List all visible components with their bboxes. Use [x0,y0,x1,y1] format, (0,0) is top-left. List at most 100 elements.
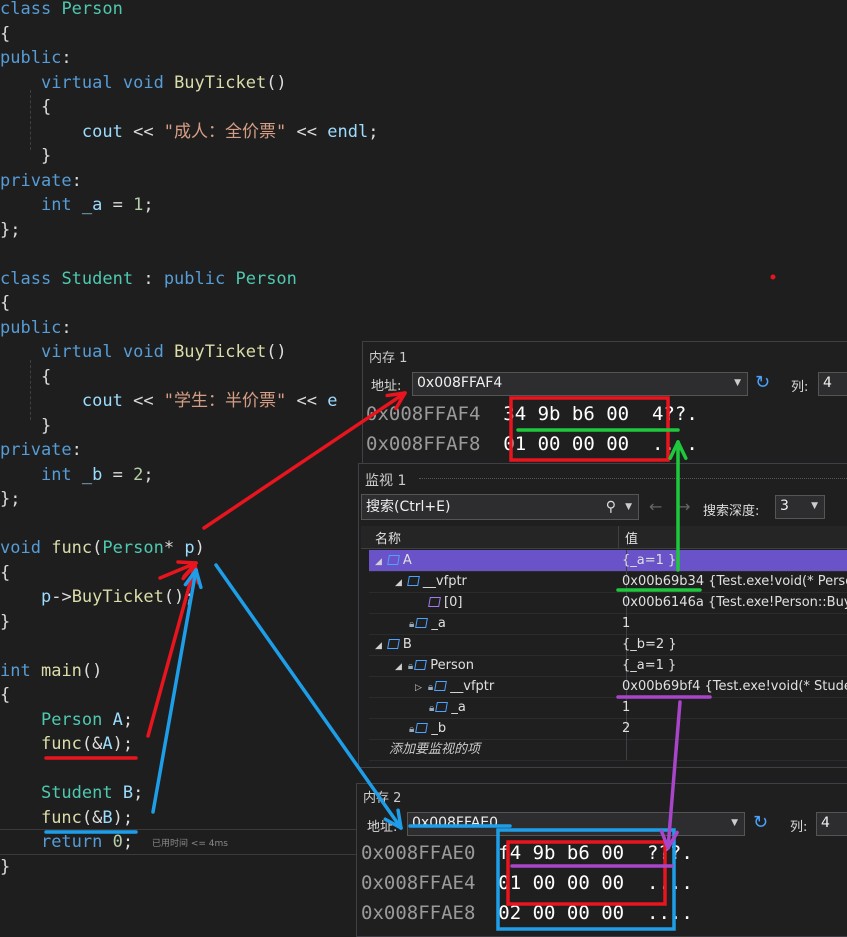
chevron-down-icon[interactable]: ▼ [734,373,741,393]
memory-1-column-input[interactable]: 4 [818,372,847,396]
code-line[interactable]: int _a = 1; [0,193,154,217]
watch-row[interactable]: [0] 0x00b6146a {Test.exe!Person::BuyT [369,592,847,614]
memory-2-address-label: 地址: [367,820,398,835]
refresh-icon[interactable]: ↻ [753,812,768,833]
lock-icon: 🔒︎ [429,703,435,714]
chevron-down-icon[interactable]: ▼ [811,496,818,516]
code-line[interactable]: { [0,561,10,585]
watch-value: 0x00b69b34 {Test.exe!void(* Perso [622,574,847,589]
indent-guide [30,360,31,420]
code-line[interactable]: public: [0,316,72,340]
watch-row[interactable]: 🔒︎ _b 2 [369,718,847,740]
code-line[interactable]: { [0,291,10,315]
watch-row[interactable]: ▷ 🔒︎ __vfptr 0x00b69bf4 {Test.exe!void(* St… [369,676,847,698]
watch-name: __vfptr [422,574,467,589]
code-line[interactable]: virtual void BuyTicket() [0,71,287,95]
watch-value: 1 [622,616,631,631]
collapse-icon[interactable]: ◢ [395,662,402,672]
elapsed-time-hint: 已用时间 <= 4ms [152,839,228,849]
code-line[interactable]: func(&B); [0,806,133,830]
memory-1-address-input[interactable]: 0x008FFAF4 ▼ [412,372,748,396]
watch-name: A [402,553,412,568]
refresh-icon[interactable]: ↻ [755,372,770,393]
code-line[interactable]: virtual void BuyTicket() [0,340,287,364]
watch-name: _a [451,700,466,715]
memory-2-panel: 内存 2 地址: 0x008FFAE0 ▼ ↻ 列: 4 0x008FFAE0 … [356,783,847,937]
add-watch-item[interactable]: 添加要监视的项 [369,739,847,761]
watch-value: {_b=2 } [622,637,677,652]
code-line[interactable]: }; [0,487,20,511]
code-line[interactable]: } [0,414,51,438]
code-line[interactable]: void func(Person* p) [0,536,205,560]
col-value-header[interactable]: 值 [625,528,638,547]
col-name-header[interactable]: 名称 [375,528,401,547]
code-line[interactable]: private: [0,169,82,193]
collapse-icon[interactable]: ◢ [375,641,382,651]
memory-row: 0x008FFAE0 f4 9b b6 00 ???. [361,842,693,864]
collapse-icon[interactable]: ◢ [395,578,402,588]
back-arrow-icon[interactable]: ← [649,497,662,516]
memory-1-panel: 内存 1 地址: 0x008FFAF4 ▼ ↻ 列: 4 0x008FFAF4 … [362,341,847,465]
code-line[interactable]: }; [0,218,20,242]
memory-2-column-input[interactable]: 4 [816,812,847,836]
code-line[interactable]: int main() [0,659,102,683]
object-icon [434,681,448,691]
memory-row: 0x008FFAE8 02 00 00 00 .... [361,902,693,924]
watch-value: {_a=1 } [622,658,677,673]
memory-2-column-label: 列: [790,820,808,835]
watch-name: Person [430,658,474,673]
memory-1-column-label: 列: [791,380,809,395]
forward-arrow-icon[interactable]: → [677,497,690,516]
search-depth-select[interactable]: 3 ▼ [775,495,825,519]
code-line[interactable]: cout << "成人：全价票" << endl; [0,120,379,144]
memory-row: 0x008FFAE4 01 00 00 00 .... [361,872,693,894]
code-line[interactable]: func(&A); [0,732,133,756]
code-line[interactable]: { [0,95,51,119]
object-icon [415,723,429,733]
watch-row[interactable]: 🔒︎ _a 1 [369,613,847,635]
code-line[interactable]: } [0,144,51,168]
search-icon[interactable]: ⚲ [606,495,616,519]
watch-row[interactable]: ◢ __vfptr 0x00b69b34 {Test.exe!void(* Pers… [369,571,847,593]
object-icon [414,660,428,670]
code-line[interactable]: } [0,855,10,879]
code-line[interactable]: { [0,22,10,46]
watch-name: _a [431,616,446,631]
lock-icon: 🔒︎ [409,619,415,630]
code-line[interactable]: Student B; [0,781,143,805]
watch-row[interactable]: 🔒︎ _a 1 [369,697,847,719]
code-line[interactable]: Person A; [0,708,133,732]
search-depth-label: 搜索深度: [703,504,760,519]
expand-icon[interactable]: ▷ [415,683,422,693]
code-line[interactable]: class Student : public Person [0,267,297,291]
watch-row[interactable]: ◢ B {_b=2 } [369,634,847,656]
code-line[interactable]: p->BuyTicket(); [0,585,195,609]
memory-2-address-input[interactable]: 0x008FFAE0 ▼ [407,812,745,836]
watch-1-title: 监视 1 [365,473,407,489]
code-line[interactable]: int _b = 2; [0,463,154,487]
code-line[interactable]: public: [0,46,72,70]
object-icon [387,639,400,649]
watch-name: B [402,637,412,652]
watch-header: 名称 值 [361,526,847,549]
lock-icon: 🔒︎ [427,682,434,693]
code-line[interactable]: cout << "学生：半价票" << e [0,389,338,413]
collapse-icon[interactable]: ◢ [375,557,382,567]
watch-search-input[interactable]: 搜索(Ctrl+E) ⚲ ▼ [361,494,639,520]
watch-value: 2 [622,721,631,736]
object-icon [428,597,441,607]
watch-value: 0x00b6146a {Test.exe!Person::BuyT [622,595,847,610]
code-line[interactable]: class Person [0,0,123,21]
watch-name: [0] [444,595,463,610]
watch-name: _b [431,721,447,736]
code-line[interactable]: { [0,683,10,707]
watch-1-panel: 监视 1 搜索(Ctrl+E) ⚲ ▼ ← → 搜索深度: 3 ▼ 名称 值 ◢… [358,463,847,768]
code-line[interactable]: private: [0,438,82,462]
chevron-down-icon[interactable]: ▼ [625,495,632,519]
chevron-down-icon[interactable]: ▼ [731,813,738,833]
watch-row[interactable]: ◢ 🔒︎ Person {_a=1 } [369,655,847,677]
watch-row[interactable]: ◢ A {_a=1 } [369,550,847,572]
code-line[interactable]: { [0,365,51,389]
memory-2-title: 内存 2 [363,791,402,806]
code-line[interactable]: } [0,610,10,634]
